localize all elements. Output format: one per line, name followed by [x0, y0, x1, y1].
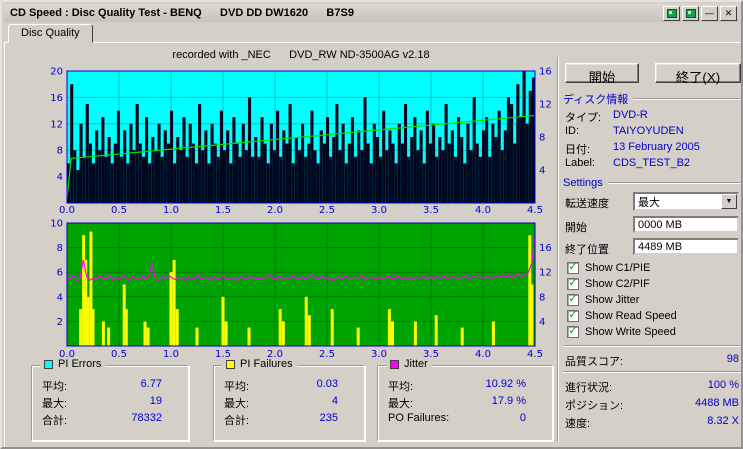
svg-text:4.0: 4.0 — [475, 205, 491, 215]
svg-text:6: 6 — [57, 268, 63, 279]
disc-info-header: ディスク情報 — [563, 91, 741, 107]
svg-text:4.5: 4.5 — [527, 205, 543, 215]
progress-row: 進行状況: 100 % — [565, 379, 739, 394]
svg-text:12: 12 — [539, 100, 552, 111]
vertical-separator — [557, 57, 559, 442]
chart-icon-button[interactable] — [663, 5, 680, 21]
disc-type-row: タイプ: DVD-R — [565, 109, 648, 124]
window-title: CD Speed : Disc Quality Test - BENQ DVD … — [10, 7, 354, 19]
pi-errors-swatch-icon — [44, 359, 53, 369]
svg-text:4: 4 — [539, 317, 545, 328]
jitter-legend-title: Jitter — [404, 358, 428, 370]
legend-row: PO Failures: 0 — [388, 412, 526, 424]
transfer-speed-value: 最大 — [638, 196, 660, 209]
separator — [563, 371, 741, 373]
close-button[interactable]: ✕ — [720, 5, 737, 21]
svg-text:20: 20 — [50, 67, 63, 78]
svg-text:3.0: 3.0 — [371, 205, 387, 215]
svg-text:2: 2 — [57, 317, 63, 328]
svg-text:16: 16 — [539, 67, 552, 78]
svg-text:3.5: 3.5 — [423, 205, 439, 215]
start-position-field[interactable]: 0000 MB — [633, 216, 739, 233]
tab-disc-quality[interactable]: Disc Quality — [8, 24, 93, 43]
recorded-with-label: recorded with _NEC DVD_RW ND-3500AG v2.1… — [172, 49, 430, 61]
pi-errors-chart: 20 16 12 8 4 16 12 8 4 0.0 0.5 1.0 1.5 2.0 2.5 3.0 3.5 4.… — [50, 67, 552, 216]
pi-failures-legend-title: PI Failures — [240, 358, 293, 370]
svg-text:8: 8 — [57, 243, 63, 254]
speed-row: 速度: 8.32 X — [565, 415, 739, 430]
pi-failures-jitter-chart: 1086421612840.0 0.5 1.0 1.5 2.0 2.5 3.0 3.5 4.0 4… — [50, 219, 552, 361]
legend-row: 最大: 19 — [42, 395, 162, 410]
legend-row: 最大: 4 — [224, 395, 338, 410]
svg-text:0.0: 0.0 — [59, 205, 75, 215]
svg-text:8: 8 — [539, 133, 545, 144]
start-button[interactable]: 開始 — [565, 63, 639, 85]
pi-errors-legend-title: PI Errors — [58, 358, 102, 370]
svg-text:1.0: 1.0 — [163, 349, 179, 360]
disc-label-row: Label: CDS_TEST_B2 — [565, 157, 691, 169]
pi-failures-swatch-icon — [226, 359, 235, 369]
chart-icon — [666, 8, 677, 18]
transfer-speed-select[interactable]: 最大 ▼ — [633, 192, 739, 211]
disc-icon-button[interactable] — [682, 5, 699, 21]
disc-id-row: ID: TAIYOYUDEN — [565, 125, 684, 137]
checkbox-show-write-speed[interactable]: ✓ Show Write Speed — [567, 325, 676, 339]
svg-text:8: 8 — [57, 146, 63, 157]
legend-row: 平均: 0.03 — [224, 378, 338, 393]
end-position-field[interactable]: 4489 MB — [633, 238, 739, 255]
title-bar[interactable]: CD Speed : Disc Quality Test - BENQ DVD … — [4, 4, 739, 22]
checkbox-icon: ✓ — [567, 293, 579, 306]
exit-button[interactable]: 終了(X) — [655, 63, 741, 85]
svg-text:10: 10 — [50, 219, 63, 230]
checkbox-icon: ✓ — [567, 325, 579, 338]
svg-text:12: 12 — [539, 268, 552, 279]
pi-errors-legend-box: PI Errors 平均: 6.77 最大: 19 合計: 78332 — [31, 358, 189, 441]
svg-text:2.0: 2.0 — [267, 205, 283, 215]
svg-text:4: 4 — [57, 172, 63, 183]
svg-text:12: 12 — [50, 119, 63, 130]
checkbox-show-c1-pie[interactable]: ✓ Show C1/PIE — [567, 261, 650, 275]
checkbox-icon: ✓ — [567, 309, 579, 322]
legend-row: 平均: 10.92 % — [388, 378, 526, 393]
pi-failures-legend-box: PI Failures 平均: 0.03 最大: 4 合計: 235 — [213, 358, 365, 441]
jitter-swatch-icon — [390, 359, 399, 369]
minimize-button[interactable]: — — [701, 5, 718, 21]
settings-header: Settings — [563, 177, 741, 189]
svg-text:8: 8 — [539, 292, 545, 303]
position-row: ポジション: 4488 MB — [565, 397, 739, 412]
checkbox-show-jitter[interactable]: ✓ Show Jitter — [567, 293, 639, 307]
svg-text:4: 4 — [57, 292, 63, 303]
legend-row: 合計: 235 — [224, 412, 338, 427]
main-content: recorded with _NEC DVD_RW ND-3500AG v2.1… — [4, 42, 741, 447]
app-window: CD Speed : Disc Quality Test - BENQ DVD … — [0, 0, 743, 449]
svg-text:0.5: 0.5 — [111, 349, 127, 360]
tab-strip: Disc Quality — [4, 22, 739, 43]
checkbox-show-c2-pif[interactable]: ✓ Show C2/PIF — [567, 277, 650, 291]
svg-text:4.0: 4.0 — [475, 349, 491, 360]
legend-row: 平均: 6.77 — [42, 378, 162, 393]
svg-text:2.5: 2.5 — [319, 349, 335, 360]
svg-text:4.5: 4.5 — [527, 349, 543, 360]
separator — [563, 345, 741, 347]
svg-text:0.5: 0.5 — [111, 205, 127, 215]
checkbox-icon: ✓ — [567, 261, 579, 274]
svg-text:1.5: 1.5 — [215, 205, 231, 215]
svg-text:16: 16 — [50, 93, 63, 104]
svg-text:16: 16 — [539, 243, 552, 254]
checkbox-show-read-speed[interactable]: ✓ Show Read Speed — [567, 309, 677, 323]
svg-text:2.5: 2.5 — [319, 205, 335, 215]
legend-row: 合計: 78332 — [42, 412, 162, 427]
disc-date-row: 日付: 13 February 2005 — [565, 141, 700, 156]
right-panel: 開始 終了(X) ディスク情報 タイプ: DVD-R ID: TAIYOYUDEN … — [563, 43, 741, 447]
legend-row: 最大: 17.9 % — [388, 395, 526, 410]
checkbox-icon: ✓ — [567, 277, 579, 290]
chevron-down-icon[interactable]: ▼ — [721, 194, 737, 209]
disc-icon — [685, 8, 696, 18]
svg-text:4: 4 — [539, 166, 545, 177]
svg-text:3.0: 3.0 — [371, 349, 387, 360]
jitter-legend-box: Jitter 平均: 10.92 % 最大: 17.9 % PO Failures:… — [377, 358, 553, 441]
quality-score-row: 品質スコア: 98 — [565, 353, 739, 368]
svg-text:1.0: 1.0 — [163, 205, 179, 215]
